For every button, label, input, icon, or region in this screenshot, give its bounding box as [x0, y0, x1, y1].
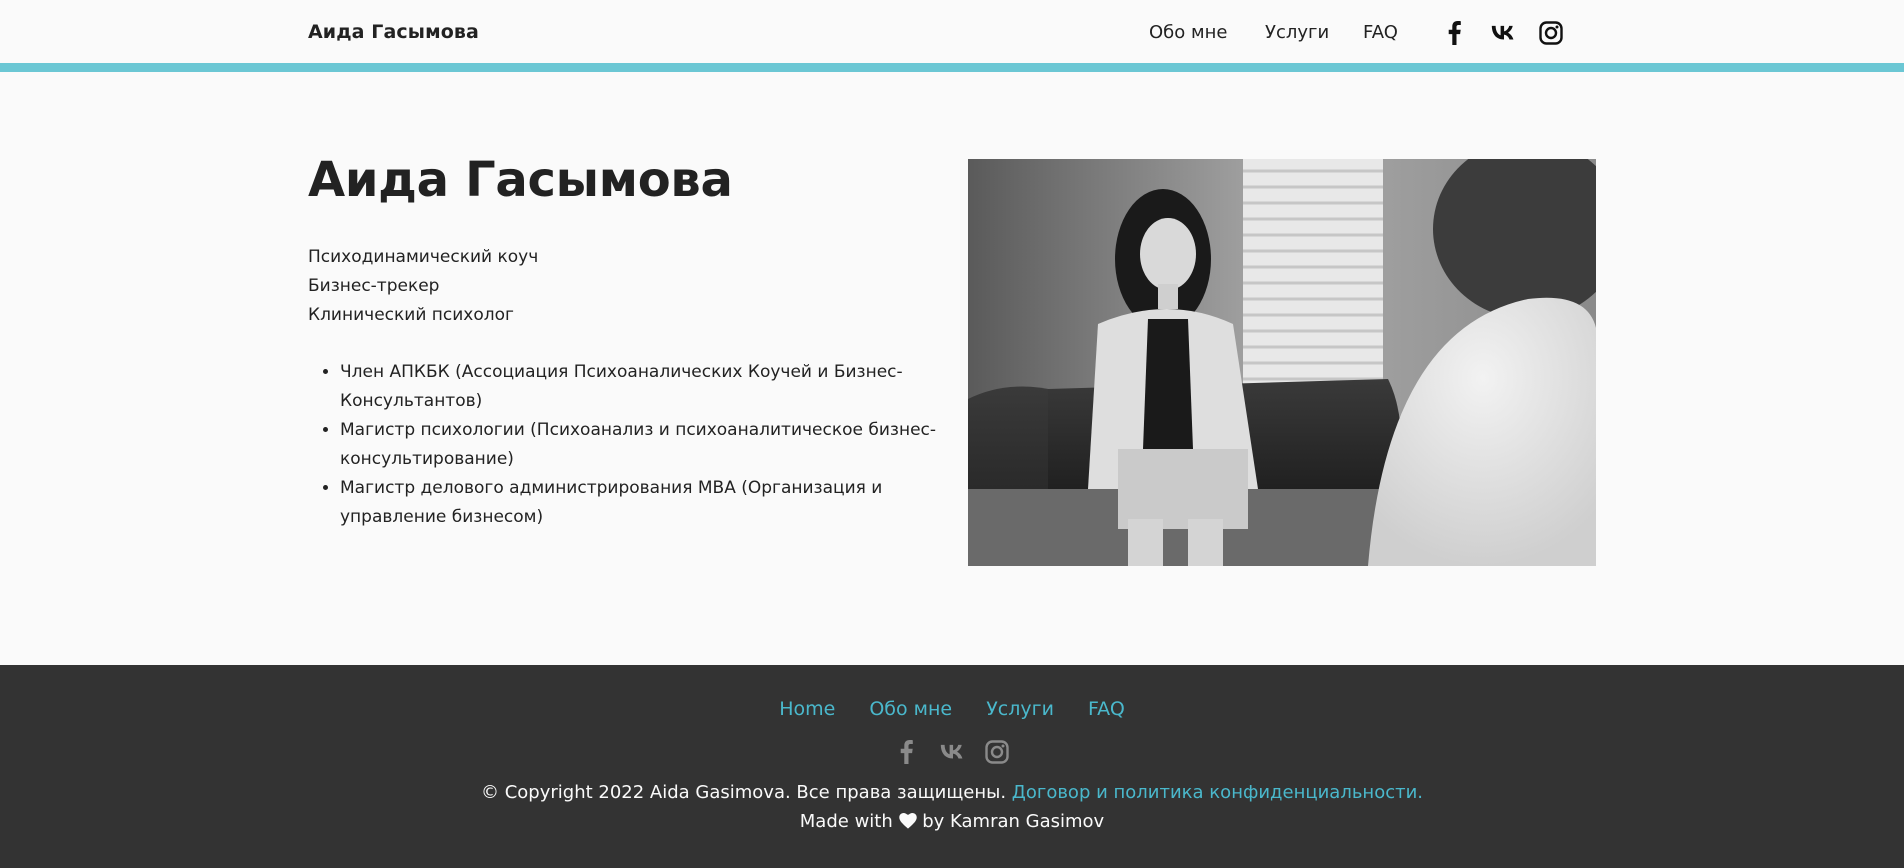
copyright-text: © Copyright 2022 Aida Gasimova. Все прав… [480, 782, 1007, 803]
site-header: Аида Гасымова Обо мне Услуги FAQ [0, 0, 1904, 63]
made-with-suffix: by Kamran Gasimov [922, 811, 1105, 832]
credential-item: Магистр психологии (Психоанализ и психоа… [340, 416, 940, 474]
header-accent-bar [0, 63, 1904, 72]
credentials-list: Член АПКБК (Ассоциация Психоаналических … [308, 358, 940, 532]
made-with-prefix: Made with [799, 811, 893, 832]
portrait-photo [968, 159, 1596, 566]
footer-social [0, 740, 1904, 764]
role-item: Бизнес-трекер [308, 276, 440, 296]
footer-nav-about[interactable]: Обо мне [869, 698, 952, 720]
vk-icon[interactable] [940, 740, 964, 764]
footer-nav-faq[interactable]: FAQ [1088, 698, 1125, 720]
nav-faq[interactable]: FAQ [1363, 22, 1398, 43]
page-title: Аида Гасымова [308, 152, 733, 208]
role-item: Психодинамический коуч [308, 247, 539, 267]
nav-about[interactable]: Обо мне [1149, 22, 1227, 43]
footer-nav: Home Обо мне Услуги FAQ [0, 698, 1904, 720]
footer-nav-services[interactable]: Услуги [986, 698, 1054, 720]
site-footer: Home Обо мне Услуги FAQ © Copyright 2022… [0, 665, 1904, 868]
facebook-icon[interactable] [895, 740, 919, 764]
instagram-icon[interactable] [1539, 21, 1563, 45]
nav-services[interactable]: Услуги [1265, 22, 1329, 43]
instagram-icon[interactable] [985, 740, 1009, 764]
role-item: Клинический психолог [308, 305, 514, 325]
footer-nav-home[interactable]: Home [779, 698, 835, 720]
credential-item: Магистр делового администрирования MBA (… [340, 474, 940, 532]
copyright-line: © Copyright 2022 Aida Gasimova. Все прав… [0, 782, 1904, 803]
privacy-policy-link[interactable]: Договор и политика конфиденциальности. [1012, 782, 1423, 803]
brand-logo[interactable]: Аида Гасымова [308, 21, 479, 43]
made-with-line: Made with by Kamran Gasimov [0, 811, 1904, 832]
vk-icon[interactable] [1491, 21, 1515, 45]
credential-item: Член АПКБК (Ассоциация Психоаналических … [340, 358, 940, 416]
facebook-icon[interactable] [1443, 21, 1467, 45]
roles-list: Психодинамический коуч Бизнес-трекер Кли… [308, 243, 538, 330]
heart-icon [898, 813, 917, 829]
